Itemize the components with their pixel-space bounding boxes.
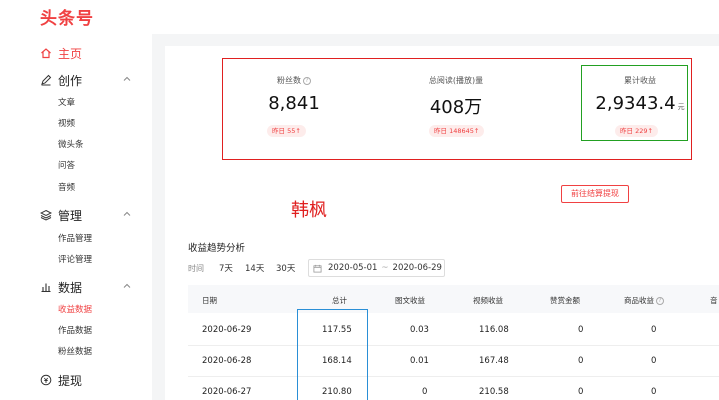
sidebar-item-create[interactable]: 创作 <box>40 71 132 89</box>
withdraw-button[interactable]: 前往结算提现 <box>561 185 629 203</box>
income-highlight-box <box>581 65 688 141</box>
stat-reads: 总阅读(播放)量 408万 昨日 148645↑ <box>401 59 511 159</box>
sidebar-item-data[interactable]: 数据 <box>40 278 132 296</box>
sidebar-item-label: 创作 <box>58 73 83 88</box>
stat-label: 粉丝数? <box>239 75 349 86</box>
cell-video: 167.48 <box>479 356 509 366</box>
chevron-up-icon[interactable] <box>122 209 132 219</box>
col-header-total: 总计 <box>332 296 347 305</box>
chevron-up-icon[interactable] <box>122 281 132 291</box>
time-label: 时间 <box>188 264 204 273</box>
home-icon <box>40 47 52 59</box>
table-row: 2020-06-29 117.55 0.03 116.08 0 0 <box>188 315 719 346</box>
help-icon[interactable]: ? <box>656 297 664 305</box>
sidebar-item-manage[interactable]: 管理 <box>40 206 132 224</box>
sidebar-item-label: 主页 <box>58 46 83 61</box>
filter-30d[interactable]: 30天 <box>276 262 295 274</box>
filter-14d[interactable]: 14天 <box>245 262 264 274</box>
cell-goods: 0 <box>651 387 657 397</box>
section-title: 收益趋势分析 <box>188 243 246 254</box>
cell-video: 210.58 <box>479 387 509 397</box>
coin-icon <box>40 374 52 386</box>
brand-logo[interactable]: 头条号 <box>40 4 94 29</box>
stat-badge: 昨日 55↑ <box>267 125 306 137</box>
col-header-audio: 音 <box>710 296 718 305</box>
cell-article: 0.01 <box>410 356 429 366</box>
cell-article: 0.03 <box>410 325 429 335</box>
chart-icon <box>40 281 52 293</box>
cell-date: 2020-06-28 <box>202 356 252 366</box>
filter-7d[interactable]: 7天 <box>219 262 233 274</box>
sidebar-sub-audio[interactable]: 音频 <box>58 181 75 193</box>
date-start: 2020-05-01 <box>328 263 378 273</box>
cell-date: 2020-06-29 <box>202 325 252 335</box>
stat-label: 总阅读(播放)量 <box>428 76 484 85</box>
sidebar-sub-comments[interactable]: 评论管理 <box>58 253 92 265</box>
table-row: 2020-06-27 210.80 0 210.58 0 0 <box>188 377 719 400</box>
calendar-icon <box>313 264 322 273</box>
cell-article: 0 <box>422 387 428 397</box>
cell-video: 116.08 <box>479 325 509 335</box>
help-icon[interactable]: ? <box>303 76 311 85</box>
sidebar-sub-fans[interactable]: 粉丝数据 <box>58 345 92 357</box>
sidebar-sub-income[interactable]: 收益数据 <box>58 303 92 315</box>
chevron-up-icon[interactable] <box>122 74 132 84</box>
sidebar-sub-micro[interactable]: 微头条 <box>58 138 84 150</box>
col-header-article: 图文收益 <box>395 296 425 305</box>
table-row: 2020-06-28 168.14 0.01 167.48 0 0 <box>188 346 719 377</box>
sidebar-sub-article[interactable]: 文章 <box>58 96 75 108</box>
sidebar-item-label: 提现 <box>58 373 83 388</box>
col-header-video: 视频收益 <box>473 296 503 305</box>
cell-goods: 0 <box>651 356 657 366</box>
stat-value: 8,841 <box>268 93 320 114</box>
cell-reward: 0 <box>578 325 584 335</box>
sidebar-item-label: 管理 <box>58 208 83 223</box>
cell-date: 2020-06-27 <box>202 387 252 397</box>
table-header: 日期 总计 图文收益 视频收益 赞赏金额 商品收益? 音 <box>188 285 719 313</box>
cell-reward: 0 <box>578 387 584 397</box>
col-header-date: 日期 <box>202 296 217 305</box>
stat-badge: 昨日 148645↑ <box>429 125 485 137</box>
sidebar-item-withdraw[interactable]: 提现 <box>40 371 132 389</box>
layers-icon <box>40 209 52 221</box>
pen-icon <box>40 74 52 86</box>
cell-reward: 0 <box>578 356 584 366</box>
date-range-picker[interactable]: 2020-05-01 ~ 2020-06-29 <box>308 259 445 277</box>
stat-fans: 粉丝数? 8,841 昨日 55↑ <box>239 59 349 159</box>
sidebar-item-label: 数据 <box>58 280 83 295</box>
date-end: 2020-06-29 <box>392 263 442 273</box>
date-separator: ~ <box>381 263 389 273</box>
top-bar: 头条号 <box>0 0 719 34</box>
sidebar-sub-work-data[interactable]: 作品数据 <box>58 324 92 336</box>
app-root: 头条号 主页 创作 文章 视频 微头条 问答 音频 管理 作品管理 评论管理 数… <box>0 0 719 400</box>
sidebar-sub-qa[interactable]: 问答 <box>58 159 75 171</box>
cell-goods: 0 <box>651 325 657 335</box>
col-header-reward: 赞赏金额 <box>550 296 580 305</box>
col-header-goods: 商品收益? <box>624 295 664 306</box>
sidebar-sub-video[interactable]: 视频 <box>58 117 75 129</box>
stat-value: 408万 <box>429 97 483 118</box>
author-name: 韩枫 <box>291 200 327 221</box>
sidebar-item-home[interactable]: 主页 <box>40 44 132 62</box>
sidebar-sub-works[interactable]: 作品管理 <box>58 232 92 244</box>
total-column-highlight-box <box>297 309 368 400</box>
